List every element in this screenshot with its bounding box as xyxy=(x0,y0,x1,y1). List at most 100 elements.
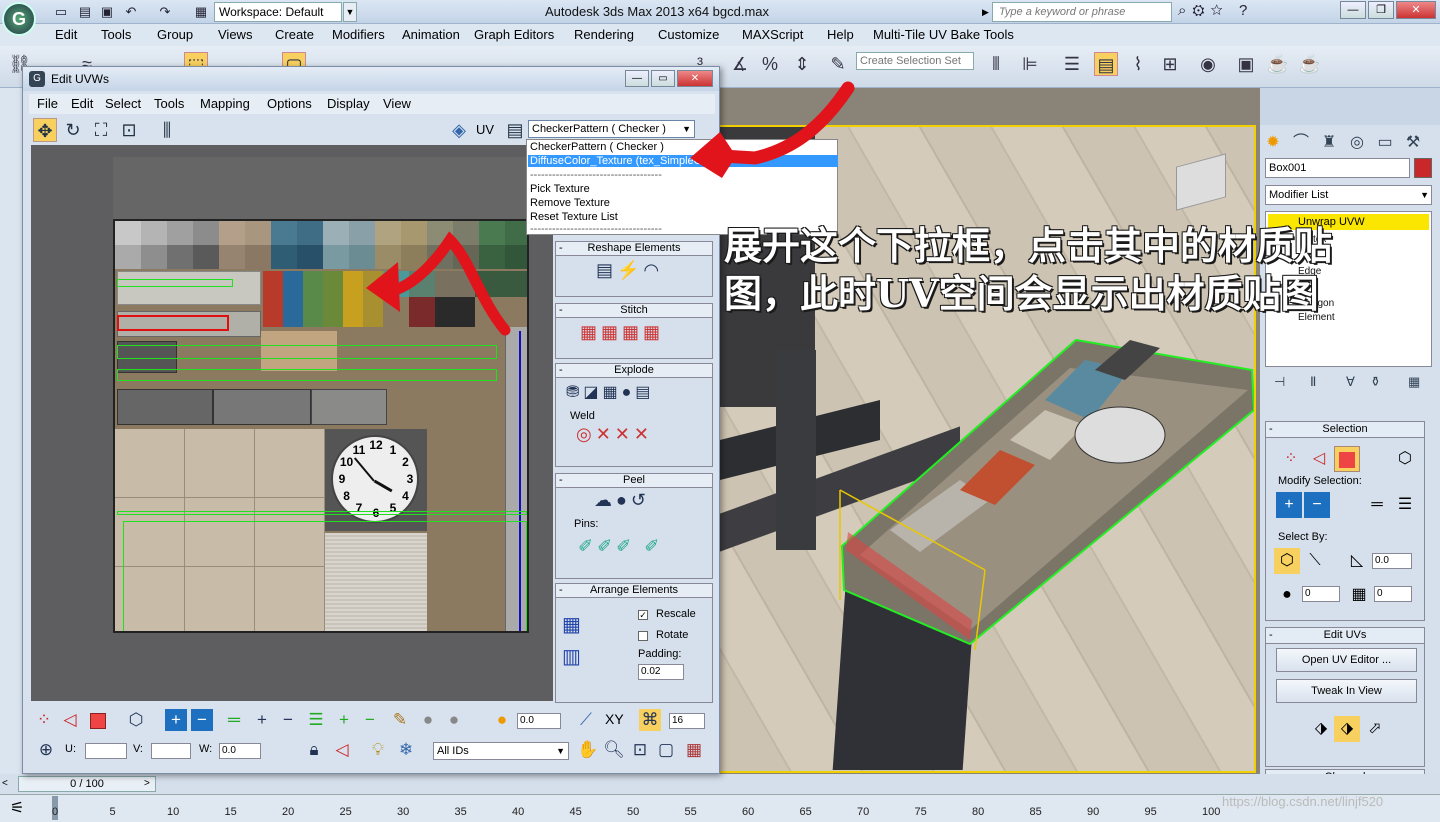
menu-modifiers[interactable]: Modifiers xyxy=(332,27,385,42)
rotate-checkbox[interactable] xyxy=(638,631,648,641)
uv-ring-minus-icon[interactable]: − xyxy=(277,709,299,731)
freeze-icon[interactable]: ❄ xyxy=(395,739,417,761)
show-map-icon[interactable]: ◈ xyxy=(447,118,471,142)
menu-rendering[interactable]: Rendering xyxy=(574,27,634,42)
render-production-icon[interactable]: ☕ xyxy=(1298,52,1322,76)
project-folder-icon[interactable]: ▦ xyxy=(192,3,210,21)
display-tab-icon[interactable]: ▭ xyxy=(1374,132,1396,154)
lock-selection-icon[interactable]: 🔒︎ xyxy=(303,739,325,761)
selection-rollout-title[interactable]: - Selection xyxy=(1266,422,1424,438)
uv-grow-icon[interactable]: + xyxy=(165,709,187,731)
select-by-element-uv-icon[interactable]: ⬡ xyxy=(1274,548,1300,574)
reshape-elements-title[interactable]: - Reshape Elements xyxy=(556,242,712,256)
show-end-result-icon[interactable]: Ⅱ xyxy=(1310,374,1316,390)
minimize-button[interactable]: — xyxy=(1340,1,1366,19)
tweak-in-view-button[interactable]: Tweak In View xyxy=(1276,679,1417,703)
prev-frame-icon[interactable]: < xyxy=(2,776,16,792)
menu-create[interactable]: Create xyxy=(275,27,314,42)
open-file-icon[interactable]: ▤ xyxy=(76,3,94,21)
paint-size-increase-icon[interactable]: ● xyxy=(417,709,439,731)
redo-icon[interactable]: ↷ xyxy=(156,3,174,21)
object-color-swatch[interactable] xyxy=(1414,158,1432,178)
pin-stack-icon[interactable]: ⊣ xyxy=(1274,374,1285,390)
rendered-frame-icon[interactable]: ☕ xyxy=(1266,52,1290,76)
uv-loop-grow-icon[interactable]: ☰ xyxy=(305,709,327,731)
vertex-select-icon[interactable]: ⁘ xyxy=(1278,446,1304,472)
search-input[interactable]: Type a keyword or phrase xyxy=(992,2,1172,22)
select-by-material-id-icon[interactable]: ● xyxy=(1274,582,1300,608)
uv-options-icon[interactable]: ▤ xyxy=(503,118,527,142)
schematic-view-icon[interactable]: ⊞ xyxy=(1158,52,1182,76)
make-unique-icon[interactable]: ∀ xyxy=(1346,374,1355,390)
soft-selection-icon[interactable]: ● xyxy=(491,709,513,731)
restore-button[interactable]: ❐ xyxy=(1368,1,1394,19)
angle-snap-icon[interactable]: ∡ xyxy=(728,52,752,76)
explode-tools-icons[interactable]: ⛃◪▦●▤ xyxy=(566,382,654,402)
uv-loop-icon[interactable]: ═ xyxy=(223,709,245,731)
uvw-menu-display[interactable]: Display xyxy=(327,96,370,111)
remove-modifier-icon[interactable]: ⚱ xyxy=(1370,374,1381,390)
configure-modifier-sets-icon[interactable]: ▦ xyxy=(1408,374,1420,390)
stitch-tools-icons[interactable]: ▦▦▦▦ xyxy=(580,322,664,343)
dropdown-item-checker[interactable]: CheckerPattern ( Checker ) xyxy=(530,141,664,153)
scale-tool-icon[interactable]: ⛶ xyxy=(89,118,113,142)
reshape-tools-icons[interactable]: ▤⚡◠ xyxy=(596,260,663,281)
peel-tools-icons[interactable]: ☁●↺ xyxy=(594,490,650,511)
texture-dropdown[interactable]: CheckerPattern ( Checker ) ▼ xyxy=(528,120,695,138)
paint-select-icon[interactable]: ✎ xyxy=(389,709,411,731)
modify-tab-icon[interactable]: ⌒ xyxy=(1290,128,1312,151)
uv-ring-shrink-icon[interactable]: − xyxy=(359,709,381,731)
edit-uvws-title-bar[interactable]: G Edit UVWs — ▭ ✕ xyxy=(23,67,719,91)
edit-uvs-rollout-title[interactable]: - Edit UVs xyxy=(1266,628,1424,644)
save-file-icon[interactable]: ▣ xyxy=(98,3,116,21)
selection-set-input[interactable]: Create Selection Set xyxy=(856,52,974,70)
hierarchy-tab-icon[interactable]: ♜ xyxy=(1318,132,1340,154)
peel-title[interactable]: - Peel xyxy=(556,474,712,488)
padding-spinner[interactable]: 0.02 xyxy=(638,664,684,680)
menu-animation[interactable]: Animation xyxy=(402,27,460,42)
time-slider[interactable]: 0 / 100 xyxy=(18,776,156,792)
uv-shrink-icon[interactable]: − xyxy=(191,709,213,731)
motion-tab-icon[interactable]: ◎ xyxy=(1346,132,1368,154)
ring-selection-icon[interactable]: ═ xyxy=(1364,492,1390,518)
material-ids-dropdown[interactable]: All IDs ▼ xyxy=(433,742,569,760)
new-file-icon[interactable]: ▭ xyxy=(52,3,70,21)
quick-planar-map-icon[interactable]: ⬗ xyxy=(1308,716,1334,742)
menu-customize[interactable]: Customize xyxy=(658,27,719,42)
menu-group[interactable]: Group xyxy=(157,27,193,42)
pack-custom-icon[interactable]: ▥ xyxy=(562,644,585,669)
material-editor-icon[interactable]: ◉ xyxy=(1196,52,1220,76)
workspace-dropdown-arrow-icon[interactable]: ▼ xyxy=(343,2,357,22)
uv-ring-grow-icon[interactable]: + xyxy=(333,709,355,731)
xy-label[interactable]: XY xyxy=(605,711,624,727)
planar-angle-icon[interactable]: ◺ xyxy=(1344,548,1370,574)
mirror-icon[interactable]: ⫴ xyxy=(984,52,1008,76)
shrink-selection-icon[interactable]: − xyxy=(1304,492,1330,518)
uv-element-select-icon[interactable]: ⬡ xyxy=(125,709,147,731)
limit-soft-selection-icon[interactable]: ⌘ xyxy=(639,709,661,731)
select-by-smoothing-icon[interactable]: ▦ xyxy=(1346,582,1372,608)
falloff-icon[interactable]: ⟋ xyxy=(575,709,597,731)
menu-edit[interactable]: Edit xyxy=(55,27,77,42)
material-id-spinner[interactable]: 0 xyxy=(1302,586,1340,602)
display-quick-map-gizmo-icon[interactable]: ⬗ xyxy=(1334,716,1360,742)
graphite-ribbon-icon[interactable]: ▤ xyxy=(1094,52,1118,76)
grow-selection-icon[interactable]: + xyxy=(1276,492,1302,518)
smoothing-group-spinner[interactable]: 0 xyxy=(1374,586,1412,602)
edge-select-icon[interactable]: ◁ xyxy=(1306,446,1332,472)
freeform-tool-icon[interactable]: ⊡ xyxy=(117,118,141,142)
move-tool-icon[interactable]: ✥ xyxy=(33,118,57,142)
render-setup-icon[interactable]: ▣ xyxy=(1234,52,1258,76)
pins-tools-icons[interactable]: ✐✐✐ ✐ xyxy=(578,536,663,557)
w-spinner[interactable]: 0.0 xyxy=(219,743,261,759)
polygon-select-icon[interactable] xyxy=(1334,446,1360,472)
menu-graph-editors[interactable]: Graph Editors xyxy=(474,27,554,42)
dropdown-item-diffuse-texture[interactable]: DiffuseColor_Texture (tex_SimpleOffice xyxy=(528,155,838,167)
zoom-region-icon[interactable]: ⊡ xyxy=(629,739,651,761)
dropdown-item-pick-texture[interactable]: Pick Texture xyxy=(530,183,590,195)
uvw-menu-mapping[interactable]: Mapping xyxy=(200,96,250,111)
next-frame-icon[interactable]: > xyxy=(144,776,158,792)
uvw-close-button[interactable]: ✕ xyxy=(677,70,713,87)
u-spinner[interactable] xyxy=(85,743,127,759)
element-select-icon[interactable]: ⬡ xyxy=(1392,446,1418,472)
